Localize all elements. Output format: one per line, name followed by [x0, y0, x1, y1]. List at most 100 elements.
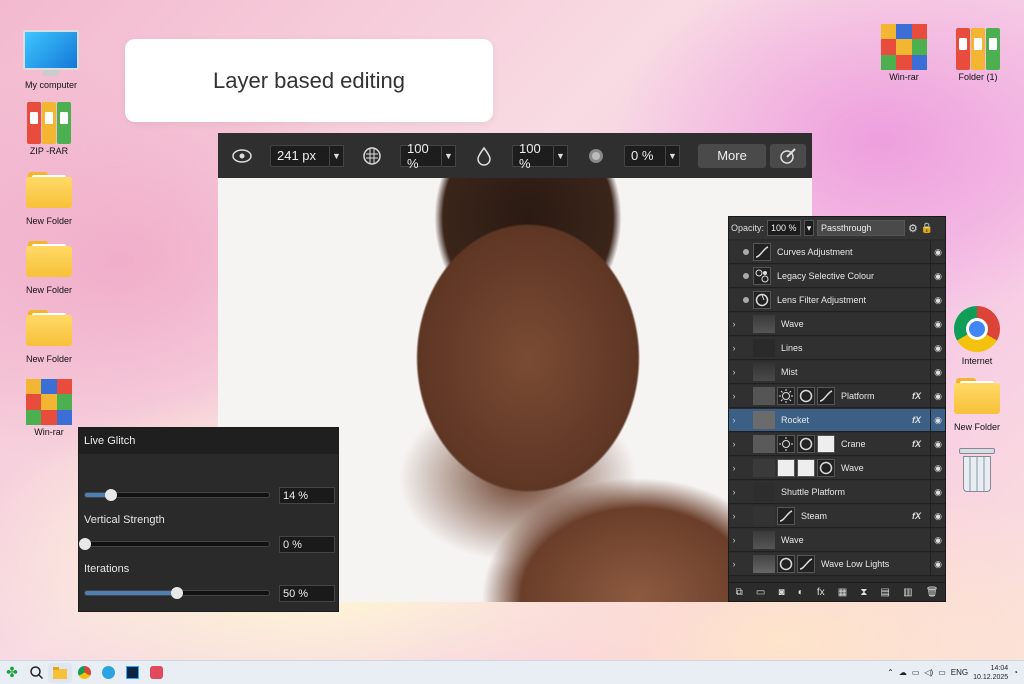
expand-icon[interactable]: ›	[729, 415, 739, 425]
chevron-down-icon[interactable]: ▼	[554, 144, 568, 167]
speaker-icon[interactable]: ◁)	[924, 668, 933, 677]
eye-icon[interactable]: ◉	[930, 433, 945, 455]
expand-icon[interactable]: ›	[729, 535, 739, 545]
eye-icon[interactable]: ◉	[930, 385, 945, 407]
chevron-down-icon[interactable]: ▼	[330, 144, 344, 167]
eye-icon[interactable]: ◉	[930, 505, 945, 527]
battery-icon[interactable]: ▭	[938, 668, 946, 677]
desktop-icon-new-folder-right[interactable]: New Folder	[942, 378, 1012, 432]
layers-copy-icon[interactable]: ⧉	[736, 587, 743, 598]
layer-row[interactable]: › Wave Low Lights ◉	[729, 553, 945, 576]
file-explorer-icon[interactable]	[48, 662, 72, 683]
flow-drop-icon[interactable]	[470, 142, 498, 170]
eye-icon[interactable]: ◉	[930, 313, 945, 335]
desktop-icon-new-folder-3[interactable]: New Folder	[14, 310, 84, 364]
cloud-icon[interactable]: ☁	[899, 668, 907, 677]
expand-icon[interactable]: ›	[729, 463, 739, 473]
radio-dot-icon[interactable]	[739, 293, 753, 307]
adjustment-icon[interactable]: ◐	[798, 587, 804, 598]
chevron-down-icon[interactable]: ▾	[804, 220, 815, 236]
fx-icon[interactable]: fx	[817, 587, 825, 598]
expand-icon[interactable]: ›	[729, 559, 739, 569]
layer-row[interactable]: › Steam fX ◉	[729, 505, 945, 528]
desktop-icon-internet[interactable]: Internet	[942, 306, 1012, 366]
expand-icon[interactable]: ›	[729, 319, 739, 329]
duplicate-icon[interactable]: ▥	[903, 587, 912, 598]
hourglass-icon[interactable]: ⧗	[860, 587, 867, 598]
desktop-icon-new-folder-1[interactable]: New Folder	[14, 172, 84, 226]
layer-row[interactable]: › Crane fX ◉	[729, 433, 945, 456]
radio-dot-icon[interactable]	[739, 245, 753, 259]
slider-knob[interactable]	[104, 489, 117, 501]
brush-settings-icon[interactable]	[770, 143, 806, 168]
layer-row-selected[interactable]: › Rocket fX ◉	[729, 409, 945, 432]
mask-layer-icon[interactable]: ◙	[778, 587, 784, 598]
vertical-strength-value[interactable]: 0 %	[279, 536, 335, 553]
iterations-slider[interactable]	[84, 587, 270, 599]
desktop-icon-recycle-bin[interactable]	[942, 448, 1012, 492]
notification-icon[interactable]: ◔	[1013, 668, 1018, 677]
layer-row[interactable]: › Wave ◉	[729, 313, 945, 336]
more-button[interactable]: More	[698, 143, 766, 168]
layer-row[interactable]: › Wave ◉	[729, 457, 945, 480]
hardness-field[interactable]: 0 %	[624, 144, 666, 167]
desktop-icon-folder-1[interactable]: Folder (1)	[943, 28, 1013, 82]
layer-row[interactable]: › Lines ◉	[729, 337, 945, 360]
gear-icon[interactable]: ⚙	[908, 222, 918, 235]
affinity-photo-icon[interactable]	[144, 663, 168, 683]
telegram-icon[interactable]	[96, 663, 120, 683]
trash-icon[interactable]: 🗑	[926, 587, 939, 598]
layer-row[interactable]: › Shuttle Platform ◉	[729, 481, 945, 504]
layer-row[interactable]: Curves Adjustment ◉	[729, 241, 945, 264]
eye-icon[interactable]: ◉	[930, 529, 945, 551]
glitch-strength-value[interactable]: 14 %	[279, 487, 335, 504]
brush-size-field[interactable]: 241 px	[270, 144, 330, 167]
hardness-icon[interactable]	[582, 142, 610, 170]
layer-row[interactable]: › Mist ◉	[729, 361, 945, 384]
vertical-strength-slider[interactable]	[79, 538, 270, 550]
chrome-taskbar-icon[interactable]	[72, 663, 96, 683]
chevron-up-icon[interactable]: ⌃	[887, 668, 894, 677]
eye-icon[interactable]: ◉	[930, 241, 945, 263]
layer-opacity-field[interactable]: 100 %	[767, 220, 802, 236]
start-icon[interactable]: ✤	[0, 663, 24, 683]
layer-row[interactable]: › Wave ◉	[729, 529, 945, 552]
chevron-down-icon[interactable]: ▼	[442, 144, 456, 167]
layer-row[interactable]: › Platform fX ◉	[729, 385, 945, 408]
eye-icon[interactable]: ◉	[930, 289, 945, 311]
eye-icon[interactable]: ◉	[930, 457, 945, 479]
desktop-icon-win-rar[interactable]: Win-rar	[14, 379, 84, 437]
iterations-value[interactable]: 50 %	[279, 585, 335, 602]
expand-icon[interactable]: ›	[729, 439, 739, 449]
desktop-icon-new-folder-2[interactable]: New Folder	[14, 241, 84, 295]
slider-knob[interactable]	[171, 587, 183, 599]
desktop-icon-zip-rar[interactable]: ZIP -RAR	[14, 102, 84, 156]
glitch-strength-slider[interactable]	[84, 489, 270, 501]
language-indicator[interactable]: ENG	[951, 668, 968, 677]
blend-mode-select[interactable]: Passthrough	[817, 220, 906, 236]
flow-field[interactable]: 100 %	[512, 141, 554, 171]
brush-orientation-icon[interactable]	[228, 142, 256, 170]
add-layer-icon[interactable]: ▤	[881, 587, 890, 598]
photoshop-icon[interactable]	[120, 663, 144, 683]
desktop-icon-win-rar-right[interactable]: Win-rar	[869, 24, 939, 82]
layer-row[interactable]: Lens Filter Adjustment ◉	[729, 289, 945, 312]
slider-knob[interactable]	[79, 538, 91, 550]
expand-icon[interactable]: ›	[729, 391, 739, 401]
eye-icon[interactable]: ◉	[930, 265, 945, 287]
expand-icon[interactable]: ›	[729, 343, 739, 353]
desktop-icon-my-computer[interactable]: My computer	[16, 30, 86, 90]
eye-icon[interactable]: ◉	[930, 337, 945, 359]
expand-icon[interactable]: ›	[729, 367, 739, 377]
opacity-field[interactable]: 100 %	[400, 141, 442, 171]
expand-icon[interactable]: ›	[729, 487, 739, 497]
group-folder-icon[interactable]: ▭	[756, 587, 765, 598]
eye-icon[interactable]: ◉	[930, 481, 945, 503]
search-icon[interactable]	[24, 663, 48, 683]
radio-dot-icon[interactable]	[739, 269, 753, 283]
clock[interactable]: 14:04 10.12.2025	[973, 664, 1008, 682]
hardness-texture-icon[interactable]	[358, 142, 386, 170]
expand-icon[interactable]: ›	[729, 511, 739, 521]
lock-icon[interactable]: 🔒	[921, 223, 933, 234]
eye-icon[interactable]: ◉	[930, 361, 945, 383]
